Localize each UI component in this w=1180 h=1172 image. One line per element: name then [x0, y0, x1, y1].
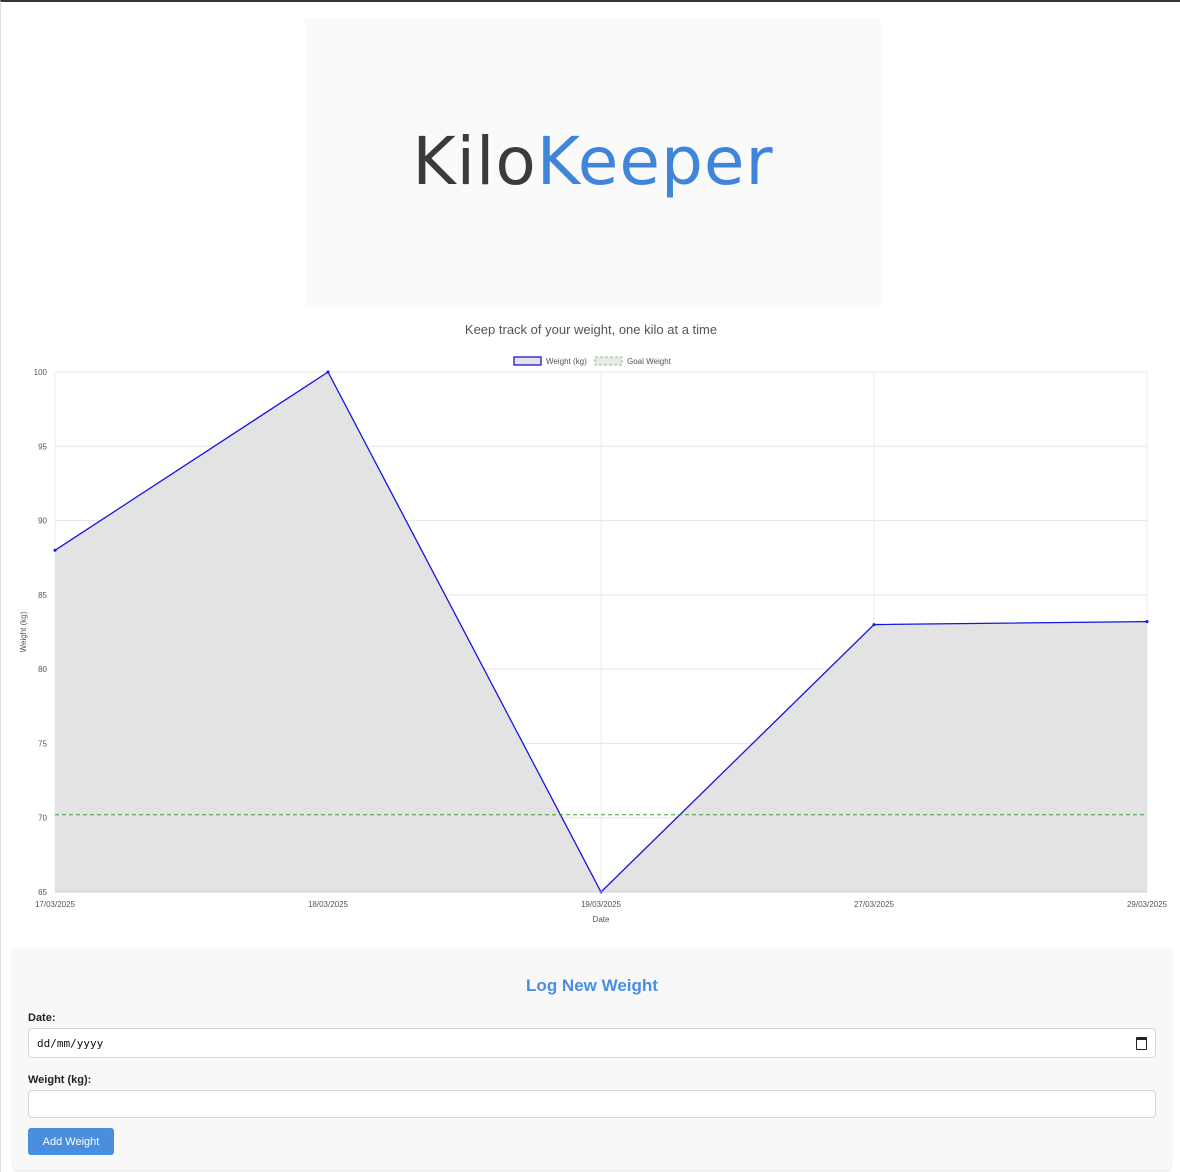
weight-point — [1145, 620, 1149, 624]
weight-input[interactable] — [28, 1090, 1156, 1118]
app-logo: KiloKeeper — [412, 123, 773, 200]
logo-kilo: Kilo — [412, 122, 537, 200]
x-tick-label: 17/03/2025 — [35, 900, 76, 909]
y-tick-label: 75 — [38, 739, 47, 748]
calendar-icon[interactable] — [1136, 1036, 1147, 1050]
y-axis-title: Weight (kg) — [19, 611, 28, 652]
y-tick-label: 65 — [38, 888, 47, 897]
y-tick-label: 100 — [34, 368, 48, 377]
y-tick-label: 70 — [38, 814, 47, 823]
legend-swatch-weight — [513, 356, 542, 366]
y-tick-label: 80 — [38, 665, 47, 674]
legend-swatch-goal — [594, 356, 623, 366]
x-tick-label: 18/03/2025 — [308, 900, 349, 909]
y-tick-label: 90 — [38, 517, 47, 526]
weight-label: Weight (kg): — [28, 1074, 92, 1086]
weight-chart: 100 95 90 85 80 75 70 65 17/03/2025 18/03/2025 19/… — [19, 356, 1168, 924]
weight-point — [53, 548, 57, 552]
logo-banner: KiloKeeper — [305, 18, 881, 308]
weight-point — [872, 623, 876, 627]
y-tick-label: 85 — [38, 591, 47, 600]
x-tick-label: 29/03/2025 — [1127, 900, 1168, 909]
x-tick-label: 19/03/2025 — [581, 900, 622, 909]
x-tick-label: 27/03/2025 — [854, 900, 895, 909]
legend-label-weight: Weight (kg) — [546, 357, 587, 366]
y-tick-label: 95 — [38, 442, 47, 451]
form-title: Log New Weight — [526, 976, 658, 995]
add-weight-button[interactable]: Add Weight — [28, 1128, 114, 1155]
weight-point — [326, 370, 330, 374]
logo-keeper: Keeper — [536, 122, 774, 200]
date-placeholder: dd/mm/yyyy — [37, 1036, 104, 1050]
x-axis-title: Date — [593, 915, 610, 924]
date-input[interactable]: dd/mm/yyyy — [28, 1028, 1156, 1058]
legend-label-goal: Goal Weight — [627, 357, 672, 366]
tagline: Keep track of your weight, one kilo at a… — [464, 322, 718, 337]
date-label: Date: — [28, 1012, 56, 1024]
log-weight-panel: Log New Weight Date: dd/mm/yyyy Weight (… — [13, 948, 1171, 1170]
